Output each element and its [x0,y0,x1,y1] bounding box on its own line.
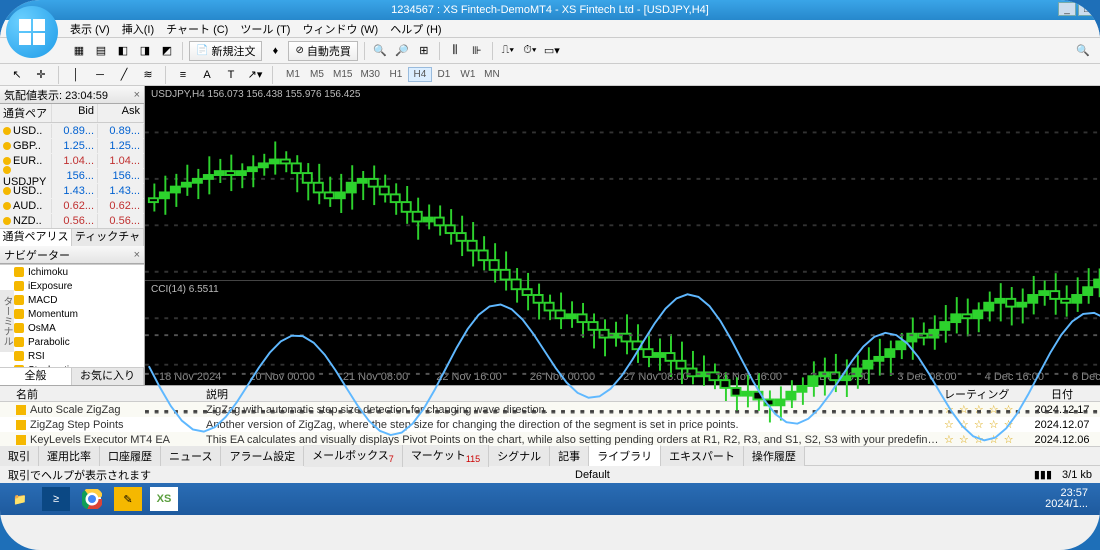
nav-item[interactable]: Ichimoku [0,265,144,279]
tab-favorites[interactable]: お気に入り [72,368,144,385]
metaquotes-icon[interactable]: ♦ [266,42,284,60]
taskbar-clock[interactable]: 23:572024/1... [1045,488,1094,510]
status-help: 取引でヘルプが表示されます [8,467,151,483]
timeframe-W1[interactable]: W1 [456,67,480,82]
col-symbol[interactable]: 通貨ペア [0,104,52,122]
search-icon[interactable]: 🔍 [1076,44,1094,62]
tab-common[interactable]: 全般 [0,368,72,385]
market-watch-icon[interactable]: ◧ [114,42,132,60]
taskbar-powershell-icon[interactable]: ≥ [42,487,70,511]
timeframe-H1[interactable]: H1 [384,67,408,82]
connection-status: 3/1 kb [1062,469,1092,481]
timeframe-MN[interactable]: MN [480,67,504,82]
arrows-icon[interactable]: ↗▾ [246,66,264,84]
titlebar: 1234567 : XS Fintech-DemoMT4 - XS Fintec… [0,0,1100,20]
navigator-header: ナビゲーター× [0,246,144,264]
market-watch-header: 気配値表示: 23:04:59× [0,86,144,104]
nav-item[interactable]: OsMA [0,321,144,335]
menubar: 表示 (V) 挿入(I) チャート (C) ツール (T) ウィンドウ (W) ヘルプ (… [0,20,1100,38]
nav-item[interactable]: Momentum [0,307,144,321]
periods-icon[interactable]: ⏱▾ [521,42,539,60]
menu-item[interactable]: ヘルプ (H) [390,21,441,37]
nav-item[interactable]: MACD [0,293,144,307]
timeframe-M15[interactable]: M15 [329,67,356,82]
channel-icon[interactable]: ≋ [139,66,157,84]
indicators-icon[interactable]: ⎍▾ [499,42,517,60]
timeframe-D1[interactable]: D1 [432,67,456,82]
toolbar-main: ▦ ▤ ◧ ◨ ◩ 📄 新規注文 ♦ ⊘ 自動売買 🔍 🔎 ⊞ ⫼ ⊪ ⎍▾ ⏱… [0,38,1100,64]
window-title: 1234567 : XS Fintech-DemoMT4 - XS Fintec… [391,4,709,16]
timeframe-M30[interactable]: M30 [356,67,383,82]
taskbar-app-icon[interactable]: ✎ [114,487,142,511]
minimize-button[interactable]: _ [1058,2,1076,16]
close-icon[interactable]: × [134,89,140,101]
fibo-icon[interactable]: ≡ [174,66,192,84]
tab-symbol-list[interactable]: 通貨ペアリスト [0,229,72,246]
profiles-icon[interactable]: ▤ [92,42,110,60]
menu-item[interactable]: 表示 (V) [70,21,110,37]
bar-chart-icon[interactable]: ⫼ [446,42,464,60]
zoom-in-icon[interactable]: 🔍 [371,42,389,60]
text-label-icon[interactable]: T [222,66,240,84]
connection-icon: ▮▮▮ [1034,468,1052,481]
market-watch-row[interactable]: USD..0.89...0.89... [0,123,144,138]
cursor-icon[interactable]: ↖ [8,66,26,84]
col-bid[interactable]: Bid [52,104,98,122]
terminal-side-label: ターミナル [0,290,14,352]
crosshair-icon[interactable]: ✛ [32,66,50,84]
status-profile: Default [575,469,610,481]
hline-icon[interactable]: ─ [91,66,109,84]
taskbar-xs-icon[interactable]: XS [150,487,178,511]
candle-chart-icon[interactable]: ⊪ [468,42,486,60]
nav-item[interactable]: Stochastic [0,363,144,367]
data-window-icon[interactable]: ◨ [136,42,154,60]
nav-item[interactable]: RSI [0,349,144,363]
timeframe-M1[interactable]: M1 [281,67,305,82]
market-watch-row[interactable]: USD..1.43...1.43... [0,183,144,198]
new-chart-icon[interactable]: ▦ [70,42,88,60]
toolbar-draw: ↖ ✛ │ ─ ╱ ≋ ≡ A T ↗▾ M1M5M15M30H1H4D1W1M… [0,64,1100,86]
navigator-tree[interactable]: IchimokuiExposureMACDMomentumOsMAParabol… [0,264,144,367]
market-watch-row[interactable]: GBP..1.25...1.25... [0,138,144,153]
taskbar-chrome-icon[interactable] [78,487,106,511]
col-ask[interactable]: Ask [98,104,144,122]
start-logo[interactable] [6,6,58,58]
terminal-tab[interactable]: 運用比率 [39,446,100,466]
trendline-icon[interactable]: ╱ [115,66,133,84]
templates-icon[interactable]: ▭▾ [543,42,561,60]
terminal-tab[interactable]: 取引 [0,446,39,466]
text-icon[interactable]: A [198,66,216,84]
menu-item[interactable]: チャート (C) [166,21,228,37]
menu-item[interactable]: ウィンドウ (W) [302,21,378,37]
terminal-tab[interactable]: ライブラリ [589,445,661,466]
taskbar-explorer-icon[interactable]: 📁 [6,487,34,511]
close-icon[interactable]: × [134,249,140,261]
timeframe-M5[interactable]: M5 [305,67,329,82]
new-order-button[interactable]: 📄 新規注文 [189,41,262,61]
statusbar: 取引でヘルプが表示されます Default ▮▮▮ 3/1 kb [0,465,1100,483]
menu-item[interactable]: ツール (T) [240,21,290,37]
navigator-icon[interactable]: ◩ [158,42,176,60]
nav-item[interactable]: iExposure [0,279,144,293]
chart-area[interactable]: USDJPY,H4 156.073 156.438 155.976 156.42… [145,86,1100,385]
market-watch-row[interactable]: AUD..0.62...0.62... [0,198,144,213]
tab-tick-chart[interactable]: ティックチャート [72,229,144,246]
market-watch-row[interactable]: NZD..0.56...0.56... [0,213,144,228]
taskbar: 📁 ≥ ✎ XS 23:572024/1... [0,483,1100,515]
nav-item[interactable]: Parabolic [0,335,144,349]
timeframe-H4[interactable]: H4 [408,67,432,82]
vline-icon[interactable]: │ [67,66,85,84]
maximize-button[interactable]: □ [1078,2,1096,16]
autotrade-button[interactable]: ⊘ 自動売買 [288,41,357,61]
menu-item[interactable]: 挿入(I) [122,21,154,37]
tile-icon[interactable]: ⊞ [415,42,433,60]
market-watch-row[interactable]: USDJPY156...156... [0,168,144,183]
zoom-out-icon[interactable]: 🔎 [393,42,411,60]
indicator-label: CCI(14) 6.5511 [151,284,219,295]
chart-ohlc-label: USDJPY,H4 156.073 156.438 155.976 156.42… [151,89,360,100]
